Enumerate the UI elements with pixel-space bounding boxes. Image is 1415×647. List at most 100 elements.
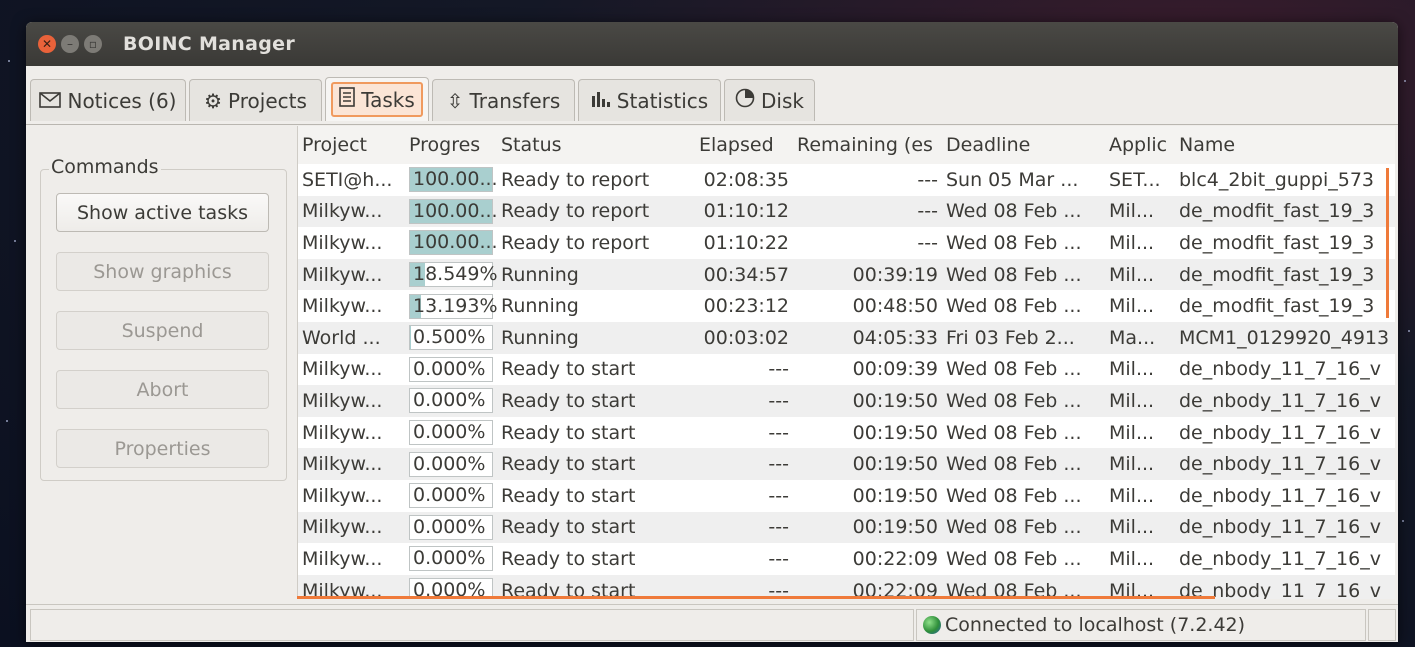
transfer-arrows-icon: ⇳ <box>446 88 464 113</box>
cell-project: Milkyw... <box>302 231 383 254</box>
status-bar-message-area <box>30 609 914 641</box>
cell-application: Mil... <box>1105 511 1175 544</box>
tab-disk[interactable]: Disk <box>724 79 815 121</box>
table-row[interactable]: Milkyw... 0.000% Ready to start --- 00:19:50… <box>298 417 1395 449</box>
cell-elapsed: --- <box>768 358 789 381</box>
table-row[interactable]: Milkyw... 18.549% Running 00:34:57 00:39:19 W… <box>298 258 1395 291</box>
cell-progress: 0.000% <box>405 354 497 386</box>
tab-bar: Notices (6) ⚙ Projects Tasks ⇳ Transfers… <box>26 77 1398 125</box>
progress-bar: 0.000% <box>409 356 493 382</box>
cell-elapsed: 02:08:35 <box>703 168 789 191</box>
tab-notices[interactable]: Notices (6) <box>30 79 186 121</box>
column-header-elapsed[interactable]: Elapsed <box>695 126 793 164</box>
table-row[interactable]: Milkyw... 0.000% Ready to start --- 00:09:39… <box>298 354 1395 386</box>
cell-name: de_modfit_fast_19_3 <box>1175 195 1395 228</box>
cell-remaining: 00:19:50 <box>793 385 942 417</box>
table-row[interactable]: Milkyw... 13.193% Running 00:23:12 00:48:50 W… <box>298 290 1395 322</box>
suspend-button[interactable]: Suspend <box>56 311 269 350</box>
cell-project: Milkyw... <box>302 421 383 444</box>
highlight-underline <box>297 596 1215 599</box>
cell-progress: 0.000% <box>405 480 497 512</box>
cell-project: SETI@h... <box>302 168 393 191</box>
cell-status: Ready to start <box>501 421 636 444</box>
cell-name: de_modfit_fast_19_3 <box>1175 258 1395 291</box>
cell-progress: 13.193% <box>405 290 497 322</box>
column-header-remaining[interactable]: Remaining (es <box>793 126 942 164</box>
cell-elapsed: 00:23:12 <box>703 295 789 318</box>
column-header-status[interactable]: Status <box>497 126 695 164</box>
cell-application: Mil... <box>1109 484 1155 507</box>
tab-statistics[interactable]: Statistics <box>578 79 721 121</box>
envelope-icon <box>39 89 62 113</box>
cell-project: Milkyw... <box>302 358 383 381</box>
cell-remaining: --- <box>793 195 942 228</box>
cell-deadline: Wed 08 Feb ... <box>942 511 1105 544</box>
table-row[interactable]: Milkyw... 0.000% Ready to start --- 00:19:50… <box>298 480 1395 512</box>
list-icon <box>339 87 356 112</box>
maximize-window-button[interactable]: ▫ <box>84 35 102 53</box>
table-row[interactable]: Milkyw... 100.00... Ready to report 01:10:2… <box>298 227 1395 259</box>
table-row[interactable]: World ... 0.500% Running 00:03:02 04:05:33 Fr… <box>298 321 1395 354</box>
cell-deadline: Wed 08 Feb ... <box>942 385 1105 417</box>
progress-bar: 0.000% <box>409 514 493 540</box>
cell-remaining: 00:48:50 <box>852 295 938 318</box>
column-header-progress[interactable]: Progres <box>405 126 497 164</box>
cell-remaining: 04:05:33 <box>793 321 942 354</box>
cell-name: blc4_2bit_guppi_573 <box>1179 168 1375 191</box>
show-graphics-button[interactable]: Show graphics <box>56 252 269 291</box>
cell-status: Ready to report <box>501 168 650 191</box>
table-row[interactable]: SETI@h... 100.00... Ready to report 02:08:3… <box>298 164 1395 196</box>
table-row[interactable]: Milkyw... 0.000% Ready to start --- 00:22:09… <box>298 543 1395 575</box>
cell-application: Mil... <box>1109 421 1155 444</box>
resize-grip[interactable] <box>1368 609 1396 641</box>
cell-deadline: Wed 08 Feb ... <box>946 421 1082 444</box>
table-row[interactable]: Milkyw... 0.000% Ready to start --- 00:19:50… <box>298 448 1395 480</box>
column-header-project[interactable]: Project <box>298 126 405 164</box>
cell-remaining: 00:09:39 <box>852 358 938 381</box>
cell-application: Mil... <box>1109 295 1155 318</box>
cell-deadline: Fri 03 Feb 2... <box>942 321 1105 354</box>
cell-elapsed: 00:34:57 <box>695 258 793 291</box>
table-row[interactable]: Milkyw... 0.000% Ready to start --- 00:19:50… <box>298 385 1395 417</box>
properties-button[interactable]: Properties <box>56 429 269 468</box>
column-header-application[interactable]: Applic <box>1105 126 1175 164</box>
cell-project: Milkyw... <box>302 295 383 318</box>
cell-progress: 100.00... <box>405 227 497 259</box>
tab-projects[interactable]: ⚙ Projects <box>189 79 322 121</box>
progress-text: 0.000% <box>413 484 486 507</box>
window-title: BOINC Manager <box>123 33 295 55</box>
cell-project: World ... <box>298 321 405 354</box>
cell-progress: 0.000% <box>405 448 497 480</box>
tasks-table-container[interactable]: Project Progres Status Elapsed Remaining… <box>297 126 1395 599</box>
close-window-button[interactable]: ✕ <box>38 35 56 53</box>
cell-name: de_nbody_11_7_16_v <box>1175 448 1395 480</box>
tab-tasks[interactable]: Tasks <box>325 77 429 121</box>
title-bar[interactable]: ✕ – ▫ BOINC Manager <box>26 22 1398 66</box>
cell-name: de_nbody_11_7_16_v <box>1179 547 1381 570</box>
cell-status: Running <box>497 321 695 354</box>
cell-progress: 0.000% <box>405 543 497 575</box>
tab-label: Projects <box>228 88 307 113</box>
status-bar: Connected to localhost (7.2.42) <box>26 604 1398 641</box>
cell-elapsed: --- <box>768 421 789 444</box>
cell-name: de_modfit_fast_19_3 <box>1179 295 1375 318</box>
cell-application: Mil... <box>1105 385 1175 417</box>
abort-button[interactable]: Abort <box>56 370 269 409</box>
minimize-window-button[interactable]: – <box>61 35 79 53</box>
cell-name: de_nbody_11_7_16_v <box>1175 511 1395 544</box>
table-row[interactable]: Milkyw... 0.000% Ready to start --- 00:19:50… <box>298 511 1395 544</box>
tab-transfers[interactable]: ⇳ Transfers <box>432 79 575 121</box>
progress-bar: 18.549% <box>409 262 497 288</box>
column-header-name[interactable]: Name <box>1175 126 1395 164</box>
column-header-deadline[interactable]: Deadline <box>942 126 1105 164</box>
cell-deadline: Sun 05 Mar ... <box>946 168 1079 191</box>
cell-status: Ready to start <box>501 358 636 381</box>
tab-label: Tasks <box>361 87 415 112</box>
show-active-tasks-button[interactable]: Show active tasks <box>56 193 269 232</box>
cell-deadline: Wed 08 Feb ... <box>946 484 1082 507</box>
progress-text: 0.500% <box>413 326 486 349</box>
table-row[interactable]: Milkyw... 100.00... Ready to report 01:10:1… <box>298 195 1395 228</box>
progress-text: 18.549% <box>413 263 497 286</box>
progress-text: 0.000% <box>413 389 486 412</box>
close-icon: ✕ <box>41 37 53 51</box>
